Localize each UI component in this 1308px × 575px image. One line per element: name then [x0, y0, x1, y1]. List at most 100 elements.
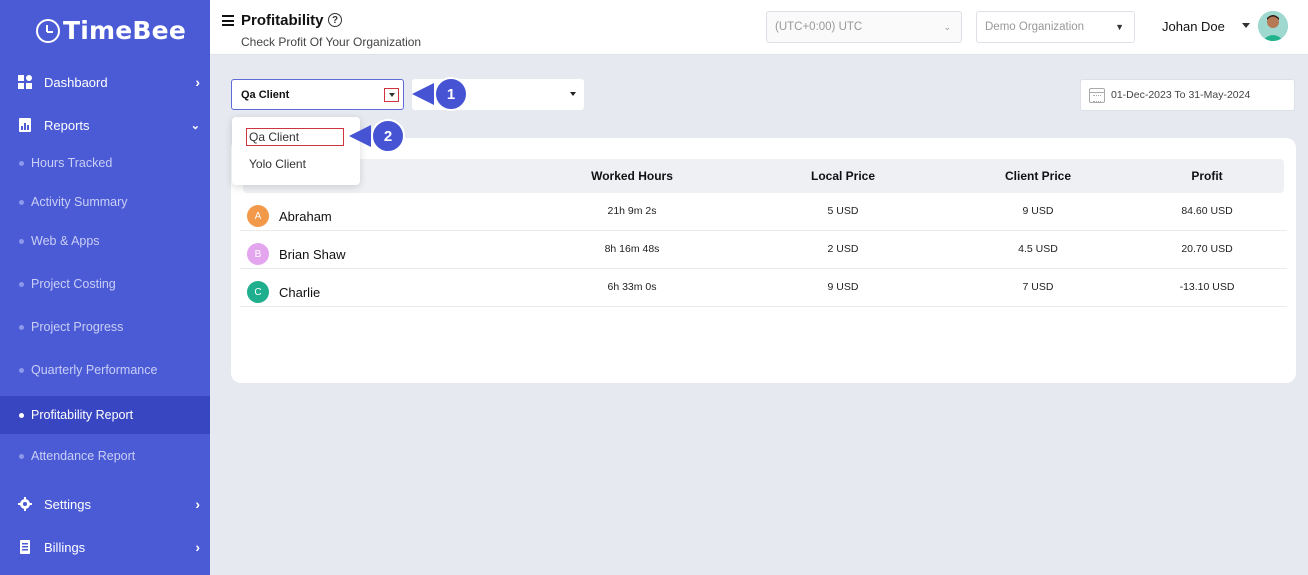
billing-icon	[20, 540, 30, 554]
top-header: Profitability ? Check Profit Of Your Org…	[210, 0, 1308, 55]
sidebar-item-project-progress[interactable]: Project Progress	[0, 309, 210, 345]
sidebar-item-label: Activity Summary	[31, 195, 128, 209]
sidebar-item-label: Hours Tracked	[31, 156, 113, 170]
bullet-icon	[19, 199, 24, 205]
dashboard-icon	[18, 75, 32, 89]
bullet-icon	[19, 412, 24, 418]
timezone-value: (UTC+0:00) UTC	[775, 21, 863, 33]
table-header: Worked Hours Local Price Client Price Pr…	[243, 159, 1284, 193]
dropdown-option-qa-client[interactable]: Qa Client	[246, 128, 344, 146]
sidebar-item-label: Reports	[44, 117, 90, 133]
employee-name: Abraham	[279, 209, 332, 224]
date-range-value: 01-Dec-2023 To 31-May-2024	[1111, 89, 1251, 101]
worked-hours-cell: 6h 33m 0s	[607, 281, 657, 293]
sidebar-item-label: Profitability Report	[31, 408, 134, 422]
sidebar-item-dashboard[interactable]: Dashbaord ›	[0, 64, 210, 100]
column-header-client-price[interactable]: Client Price	[1005, 169, 1071, 183]
user-name[interactable]: Johan Doe	[1162, 19, 1225, 34]
profit-cell: 20.70 USD	[1181, 243, 1233, 255]
step-callout-2: 2	[349, 119, 405, 153]
caret-down-icon	[570, 92, 576, 96]
employee-name: Charlie	[279, 285, 321, 300]
client-select[interactable]: Qa Client	[231, 79, 404, 110]
bullet-icon	[19, 160, 24, 166]
sidebar-item-label: Settings	[44, 496, 91, 512]
user-initial-avatar: A	[247, 205, 269, 227]
timebee-logo[interactable]: TimeBee	[36, 16, 186, 45]
sidebar-item-label: Project Progress	[31, 320, 124, 334]
report-card: Worked Hours Local Price Client Price Pr…	[231, 138, 1296, 383]
profit-cell: -13.10 USD	[1179, 281, 1235, 293]
chevron-down-icon: ⌄	[190, 119, 200, 132]
profit-cell: 84.60 USD	[1181, 205, 1233, 217]
employee-name: Brian Shaw	[279, 247, 346, 262]
sidebar-item-web-apps[interactable]: Web & Apps	[0, 223, 210, 259]
bullet-icon	[19, 238, 24, 244]
column-header-worked-hours[interactable]: Worked Hours	[591, 169, 673, 183]
bullet-icon	[19, 324, 24, 330]
table-row[interactable]: B Brian Shaw 8h 16m 48s 2 USD 4.5 USD 20…	[240, 231, 1287, 269]
column-header-profit[interactable]: Profit	[1191, 169, 1222, 183]
callout-number: 2	[371, 119, 405, 153]
sidebar-item-label: Project Costing	[31, 277, 116, 291]
avatar[interactable]	[1258, 11, 1288, 41]
caret-down-icon[interactable]	[384, 88, 399, 102]
client-price-cell: 4.5 USD	[1018, 243, 1058, 255]
worked-hours-cell: 21h 9m 2s	[607, 205, 657, 217]
date-range-picker[interactable]: 01-Dec-2023 To 31-May-2024	[1080, 79, 1295, 111]
caret-down-icon[interactable]	[1242, 23, 1250, 28]
callout-pointer	[349, 125, 371, 147]
bullet-icon	[19, 453, 24, 459]
dropdown-option-yolo-client[interactable]: Yolo Client	[249, 157, 306, 171]
user-initial-avatar: C	[247, 281, 269, 303]
user-initial-avatar: B	[247, 243, 269, 265]
sidebar-item-billings[interactable]: Billings ›	[0, 529, 210, 565]
page-subtitle: Check Profit Of Your Organization	[241, 35, 422, 49]
chevron-right-icon: ›	[195, 496, 200, 512]
callout-number: 1	[434, 77, 468, 111]
client-select-value: Qa Client	[241, 88, 290, 101]
sidebar-item-reports[interactable]: Reports ⌄	[0, 107, 210, 143]
sidebar-item-label: Quarterly Performance	[31, 363, 158, 377]
help-icon[interactable]: ?	[328, 13, 342, 27]
organization-select[interactable]: Demo Organization ▼	[976, 11, 1135, 43]
chevron-right-icon: ›	[195, 74, 200, 90]
local-price-cell: 9 USD	[827, 281, 859, 293]
worked-hours-cell: 8h 16m 48s	[604, 243, 660, 255]
bullet-icon	[19, 367, 24, 373]
calendar-icon	[1089, 88, 1105, 103]
sidebar-item-label: Web & Apps	[31, 234, 100, 248]
client-price-cell: 7 USD	[1022, 281, 1054, 293]
sidebar-item-activity-summary[interactable]: Activity Summary	[0, 184, 210, 220]
sidebar-item-label: Attendance Report	[31, 449, 136, 463]
client-price-cell: 9 USD	[1022, 205, 1054, 217]
callout-pointer	[412, 83, 434, 105]
organization-value: Demo Organization	[985, 21, 1085, 33]
reports-icon	[19, 118, 31, 132]
user-photo-icon	[1258, 11, 1288, 41]
gear-icon	[18, 497, 32, 511]
sidebar-item-attendance-report[interactable]: Attendance Report	[0, 438, 210, 474]
table-row[interactable]: A Abraham 21h 9m 2s 5 USD 9 USD 84.60 US…	[240, 193, 1287, 231]
local-price-cell: 2 USD	[827, 243, 859, 255]
sidebar-item-label: Billings	[44, 539, 86, 555]
page-title: Profitability	[241, 12, 324, 29]
client-dropdown-menu: Qa Client Yolo Client	[232, 117, 360, 185]
sidebar-item-label: Dashbaord	[44, 74, 108, 90]
local-price-cell: 5 USD	[827, 205, 859, 217]
sidebar-item-project-costing[interactable]: Project Costing	[0, 266, 210, 302]
sidebar-item-settings[interactable]: Settings ›	[0, 486, 210, 522]
step-callout-1: 1	[412, 77, 468, 111]
table-row[interactable]: C Charlie 6h 33m 0s 9 USD 7 USD -13.10 U…	[240, 269, 1287, 307]
sidebar-item-hours-tracked[interactable]: Hours Tracked	[0, 145, 210, 181]
sidebar: TimeBee Dashbaord › Reports ⌄ Hours Trac…	[0, 0, 210, 575]
hamburger-menu-icon[interactable]	[222, 15, 234, 26]
chevron-right-icon: ›	[195, 539, 200, 555]
sidebar-item-quarterly-performance[interactable]: Quarterly Performance	[0, 352, 210, 388]
clock-icon	[36, 18, 60, 43]
bullet-icon	[19, 281, 24, 287]
sidebar-item-profitability-report[interactable]: Profitability Report	[0, 396, 210, 434]
timezone-select[interactable]: (UTC+0:00) UTC ⌄	[766, 11, 962, 43]
chevron-down-icon: ⌄	[943, 21, 951, 32]
column-header-local-price[interactable]: Local Price	[811, 169, 875, 183]
